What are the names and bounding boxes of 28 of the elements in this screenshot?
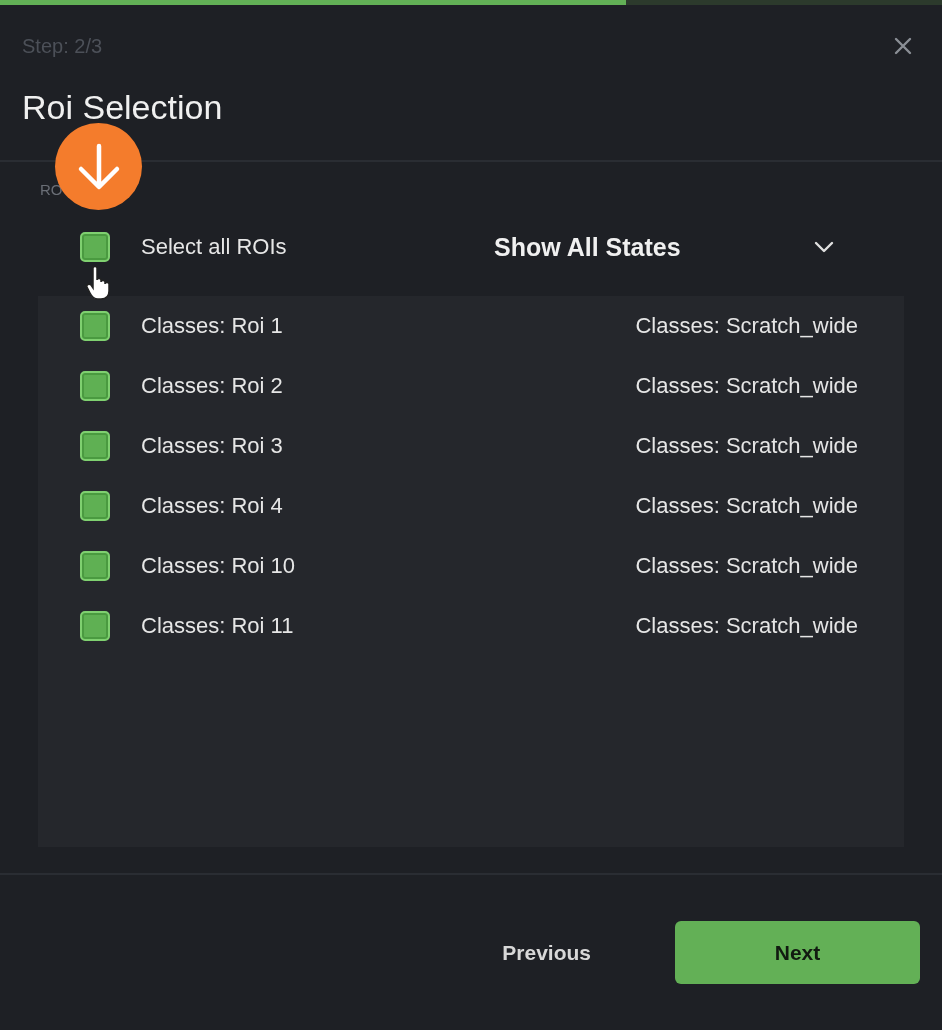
close-button[interactable] (894, 37, 912, 55)
roi-class: Classes: Scratch_wide (635, 613, 858, 639)
select-all-label: Select all ROIs (141, 234, 287, 260)
roi-name: Classes: Roi 3 (141, 433, 283, 459)
roi-checkbox[interactable] (80, 611, 110, 641)
roi-name: Classes: Roi 1 (141, 313, 283, 339)
roi-checkbox[interactable] (80, 311, 110, 341)
roi-name: Classes: Roi 4 (141, 493, 283, 519)
previous-button[interactable]: Previous (498, 930, 595, 975)
roi-checkbox[interactable] (80, 371, 110, 401)
close-icon (894, 37, 912, 55)
roi-class: Classes: Scratch_wide (635, 493, 858, 519)
chevron-down-icon (814, 241, 834, 253)
roi-checkbox[interactable] (80, 431, 110, 461)
roi-class: Classes: Scratch_wide (635, 553, 858, 579)
dialog-title: Roi Selection (22, 87, 224, 127)
section-label: RO (40, 180, 63, 200)
state-filter-dropdown[interactable]: Show All States (494, 232, 834, 262)
roi-class: Classes: Scratch_wide (635, 313, 858, 339)
roi-class: Classes: Scratch_wide (635, 373, 858, 399)
next-button[interactable]: Next (675, 921, 920, 984)
roi-name: Classes: Roi 10 (141, 553, 296, 579)
roi-name: Classes: Roi 11 (141, 613, 294, 639)
select-all-checkbox[interactable] (80, 232, 110, 262)
roi-checkbox[interactable] (80, 491, 110, 521)
roi-class: Classes: Scratch_wide (635, 433, 858, 459)
roi-name: Classes: Roi 2 (141, 373, 283, 399)
roi-checkbox[interactable] (80, 551, 110, 581)
